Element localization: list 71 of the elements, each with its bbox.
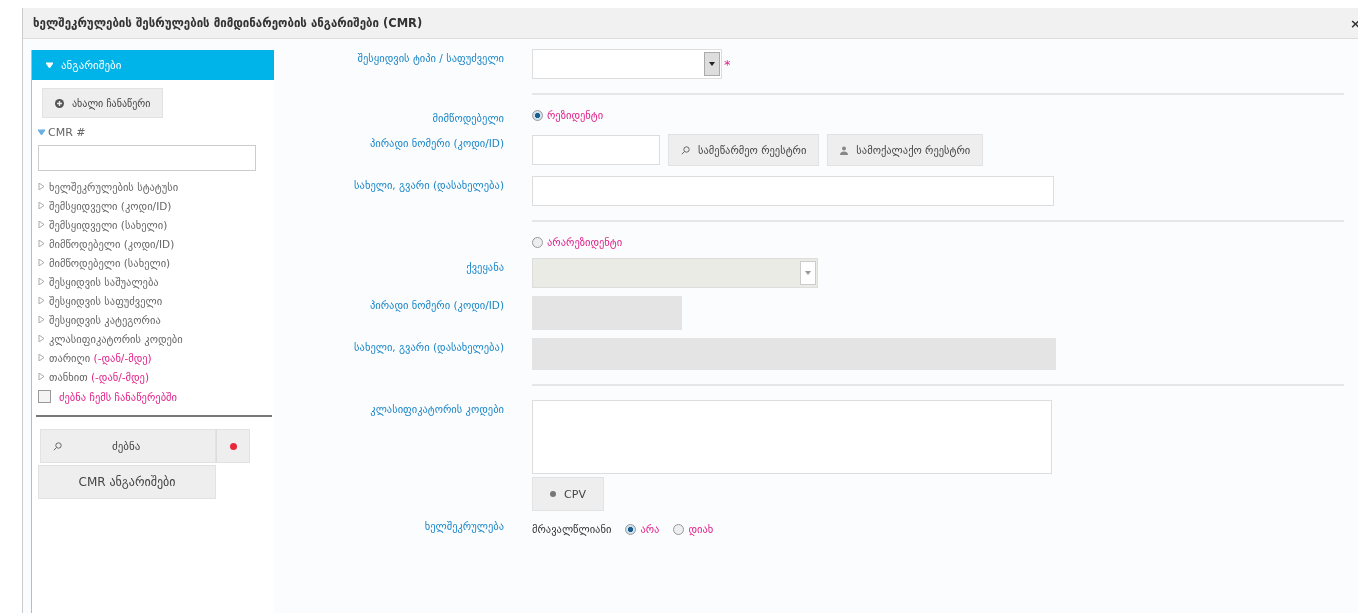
caret-right-icon (38, 354, 45, 361)
radio-label: რეზიდენტი (547, 109, 604, 121)
dot-icon (550, 491, 557, 497)
radio-button[interactable] (532, 236, 543, 248)
multi-year-label: მრავალწლიანი (532, 523, 612, 535)
field-label: სახელი, გვარი (დასახელება) (353, 340, 504, 353)
new-record-button[interactable]: ახალი ჩანაწერი (42, 88, 164, 118)
filter-item[interactable]: შესყიდვის საშუალება (49, 275, 159, 288)
type-select[interactable] (532, 49, 722, 79)
required-mark: * (724, 56, 731, 72)
filter-item[interactable]: ხელშეკრულების სტატუსი (49, 180, 179, 193)
search-button[interactable]: ძებნა (40, 429, 216, 463)
search-icon (53, 441, 62, 451)
id-input[interactable] (532, 296, 682, 330)
filter-item[interactable]: შემსყიდველი (სახელი) (49, 218, 168, 231)
dropdown-arrow-icon (805, 271, 811, 275)
radio-button[interactable] (532, 109, 543, 121)
caret-right-icon (38, 373, 45, 380)
checkbox[interactable] (38, 390, 51, 403)
window-title: ხელშეკრულების შესრულების მიმდინარეობის ანგარიშები (CMR) (33, 16, 423, 30)
field-label: სახელი, გვარი (დასახელება) (353, 178, 504, 191)
caret-right-icon (38, 221, 45, 228)
caret-down-icon (46, 61, 53, 69)
caret-right-icon (38, 202, 45, 209)
cmr-input[interactable] (38, 145, 256, 171)
filter-item[interactable]: მიმწოდებელი (კოდი/ID) (49, 237, 175, 250)
id-input[interactable] (532, 135, 660, 165)
filter-item[interactable]: შემსყიდველი (კოდი/ID) (49, 199, 172, 212)
name-input[interactable] (532, 338, 1056, 370)
cmr-reports-button[interactable]: CMR ანგარიშები (38, 465, 216, 499)
header-label: ანგარიშები (61, 58, 122, 72)
field-label: მიმწოდებელი (431, 111, 504, 124)
cpv-button[interactable]: CPV (532, 477, 604, 511)
my-records-label: ძებნა ჩემს ჩანაწერებში (59, 390, 177, 403)
person-icon (840, 145, 849, 155)
filter-item[interactable]: თარიღი (-დან/-მდე) (49, 351, 152, 364)
radio-label: არა (640, 523, 660, 535)
caret-right-icon (38, 297, 45, 304)
plus-circle-icon (55, 98, 64, 108)
registry-button[interactable]: სამეწარმეო რეესტრი (668, 134, 820, 166)
radio-label: არარეზიდენტი (547, 236, 623, 248)
caret-right-icon (38, 316, 45, 323)
field-label: კლასიფიკატორის კოდები (369, 402, 504, 415)
radio-button[interactable] (625, 523, 637, 535)
caret-down-icon (38, 129, 45, 136)
radio-label: დიახ (688, 523, 714, 535)
field-label: ქვეყანა (465, 260, 504, 273)
field-label: პირადი ნომერი (კოდი/ID) (368, 298, 504, 311)
field-label: შესყიდვის ტიპი / საფუძველი (356, 51, 504, 64)
field-label: პირადი ნომერი (კოდი/ID) (368, 136, 504, 149)
filter-item[interactable]: თანხით (-დან/-მდე) (49, 370, 150, 383)
country-select[interactable] (532, 258, 818, 288)
cmr-label: CMR # (48, 126, 86, 139)
clear-button[interactable] (216, 429, 250, 463)
caret-right-icon (38, 278, 45, 285)
caret-right-icon (38, 259, 45, 266)
filter-item[interactable]: შესყიდვის საფუძველი (49, 294, 163, 307)
filter-item[interactable]: შესყიდვის კატეგორია (49, 313, 161, 326)
filter-item[interactable]: კლასიფიკატორის კოდები (49, 332, 183, 345)
name-input[interactable] (532, 176, 1054, 206)
dot-icon (229, 442, 237, 450)
caret-right-icon (38, 183, 45, 190)
codes-textarea[interactable] (532, 400, 1052, 474)
caret-right-icon (38, 240, 45, 247)
registry-button[interactable]: სამოქალაქო რეესტრი (827, 134, 984, 166)
caret-right-icon (38, 335, 45, 342)
filter-item[interactable]: მიმწოდებელი (სახელი) (49, 256, 171, 269)
field-label: ხელშეკრულება (423, 519, 504, 532)
search-icon (681, 145, 690, 155)
dropdown-arrow-icon (709, 62, 715, 66)
radio-button[interactable] (673, 523, 685, 535)
